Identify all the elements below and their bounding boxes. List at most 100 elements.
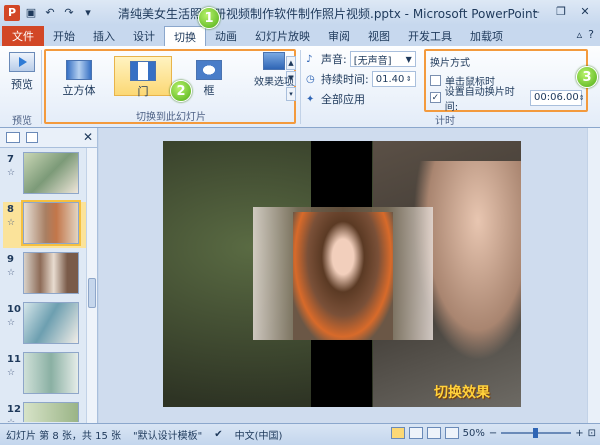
panel-tabs: ✕ (0, 128, 97, 148)
effect-options-label: 效果选项 (254, 77, 294, 88)
transition-cube[interactable]: 立方体 (50, 56, 108, 97)
slide-thumbnail[interactable]: 9 ☆ (3, 252, 87, 298)
slide-thumbnail[interactable]: 12 ☆ (3, 402, 87, 422)
zoom-slider-knob[interactable] (533, 428, 539, 438)
cube-transition-icon (66, 60, 92, 80)
close-icon[interactable]: ✕ (83, 130, 93, 144)
restore-icon[interactable]: ❐ (550, 3, 572, 20)
slides-tab-icon[interactable] (6, 132, 20, 143)
tab-view[interactable]: 视图 (359, 26, 399, 46)
zoom-in-icon[interactable]: + (575, 428, 583, 439)
slide-thumbnail[interactable]: 11 ☆ (3, 352, 87, 398)
timing-group-label: 计时 (435, 116, 455, 127)
slide-thumbnail-image (23, 152, 79, 194)
stepper-icon: ⇕ (578, 93, 585, 102)
duration-value: 01.40 (375, 73, 405, 85)
tab-home[interactable]: 开始 (44, 26, 84, 46)
customize-qat-icon[interactable]: ▾ (80, 5, 96, 21)
status-bar: 幻灯片 第 8 张，共 15 张 "默认设计模板" ✔ 中文(中国) 50% −… (0, 423, 600, 445)
duration-label: 持续时间: (321, 73, 369, 86)
outline-tab-icon[interactable] (26, 132, 38, 143)
save-icon[interactable]: ▣ (23, 5, 39, 21)
close-icon[interactable]: ✕ (574, 3, 596, 20)
sound-label: 声音: (321, 53, 347, 66)
slide-number: 9 (7, 254, 14, 265)
slide-vertical-scrollbar[interactable] (587, 128, 600, 423)
sound-icon: ♪ (306, 53, 313, 65)
duration-row: ◷ 持续时间: 01.40 ⇕ (306, 70, 418, 88)
timing-controls: ♪ 声音: [无声音] ▼ ◷ 持续时间: 01.40 ⇕ ✦ 全部应用 (306, 50, 418, 110)
powerpoint-logo-icon[interactable]: P (4, 4, 20, 21)
zoom-out-icon[interactable]: − (489, 428, 497, 439)
language[interactable]: 中文(中国) (229, 427, 289, 442)
chevron-down-icon: ▼ (405, 54, 412, 64)
ribbon-tabs: 文件 开始 插入 设计 切换 动画 幻灯片放映 审阅 视图 开发工具 加载项 ▵… (0, 25, 600, 46)
theme-name[interactable]: "默认设计模板" (127, 427, 208, 442)
spellcheck-icon[interactable]: ✔ (208, 429, 228, 440)
tab-transitions[interactable]: 切换 (164, 26, 206, 46)
transition-door[interactable]: 门 (114, 56, 172, 98)
slide-thumbnail[interactable]: 10 ☆ (3, 302, 87, 348)
auto-after-label: 设置自动换片时间: (444, 86, 515, 113)
slide-canvas[interactable]: 切换效果 (163, 141, 521, 407)
tab-insert[interactable]: 插入 (84, 26, 124, 46)
apply-all-button[interactable]: ✦ 全部应用 (306, 90, 418, 108)
auto-after-row[interactable]: ✓ 设置自动换片时间: 00:06.00 ⇕ (430, 87, 585, 113)
tab-design[interactable]: 设计 (124, 26, 164, 46)
gallery-more-icon[interactable]: ▾ (286, 86, 296, 101)
duration-stepper[interactable]: 01.40 ⇕ (371, 71, 416, 87)
sound-dropdown[interactable]: [无声音] ▼ (349, 51, 416, 67)
fit-to-window-icon[interactable]: ⊡ (588, 428, 596, 439)
on-click-checkbox[interactable] (430, 75, 441, 86)
slides-scrollbar[interactable] (86, 148, 97, 423)
auto-after-checkbox[interactable]: ✓ (430, 92, 441, 103)
slides-panel: ✕ 7 ☆ 8 ☆ 9 ☆ 10 ☆ 11 ☆ 12 ☆ (0, 128, 98, 423)
advance-title: 换片方式 (430, 58, 470, 69)
zoom-slider[interactable] (501, 428, 572, 438)
slide-thumbnail[interactable]: 7 ☆ (3, 152, 87, 198)
scrollbar-thumb[interactable] (88, 278, 96, 308)
normal-view-icon[interactable] (390, 427, 405, 439)
transition-star-icon: ☆ (7, 168, 16, 178)
redo-icon[interactable]: ↷ (61, 5, 77, 21)
slide-sorter-icon[interactable] (408, 427, 423, 439)
tab-slideshow[interactable]: 幻灯片放映 (246, 26, 319, 46)
transition-star-icon: ☆ (7, 368, 16, 378)
slideshow-icon[interactable] (444, 427, 459, 439)
advance-slide-group: 换片方式 单击鼠标时 ✓ 设置自动换片时间: 00:06.00 ⇕ (424, 49, 588, 113)
tab-file[interactable]: 文件 (2, 26, 44, 46)
slide-thumbnail-image (23, 352, 79, 394)
ribbon-transitions: 预览 预览 立方体 门 框 ▲ ▼ ▾ 切换到此幻灯片 效果选项 ♪ 声音: [… (0, 46, 600, 128)
slide-number: 7 (7, 154, 14, 165)
transition-star-icon: ☆ (7, 318, 16, 328)
auto-after-input[interactable]: 00:06.00 ⇕ (530, 89, 585, 106)
slide-thumbnail-image (21, 200, 81, 246)
minimize-ribbon-icon[interactable]: ▵ (577, 28, 583, 41)
ribbon-right-controls: ▵ ? (577, 28, 594, 41)
undo-icon[interactable]: ↶ (42, 5, 58, 21)
zoom-level[interactable]: 50% (463, 428, 485, 439)
center-photo-frame (253, 207, 433, 340)
preview-group-label: 预览 (12, 116, 32, 127)
effect-options-button[interactable]: 效果选项 (254, 52, 294, 88)
reading-view-icon[interactable] (426, 427, 441, 439)
slide-thumbnail-image (23, 302, 79, 344)
help-icon[interactable]: ? (588, 28, 594, 41)
slide-thumbnail-image (23, 252, 79, 294)
step-badge-1: 1 (198, 7, 220, 29)
tab-review[interactable]: 审阅 (319, 26, 359, 46)
tab-animations[interactable]: 动画 (206, 26, 246, 46)
transition-star-icon: ☆ (7, 418, 15, 422)
preview-label: 预览 (11, 78, 33, 91)
quick-access-toolbar: P ▣ ↶ ↷ ▾ (0, 4, 96, 21)
minimize-icon[interactable]: – (526, 3, 548, 20)
slide-caption: 切换效果 (434, 385, 490, 401)
tab-developer[interactable]: 开发工具 (399, 26, 461, 46)
tab-addins[interactable]: 加载项 (461, 26, 512, 46)
slide-thumbnail-selected[interactable]: 8 ☆ (3, 200, 87, 248)
apply-all-label: 全部应用 (321, 93, 365, 106)
preview-icon (9, 52, 35, 72)
slide-number: 8 (7, 204, 14, 215)
group-separator (300, 50, 301, 124)
preview-button[interactable]: 预览 (6, 52, 38, 92)
